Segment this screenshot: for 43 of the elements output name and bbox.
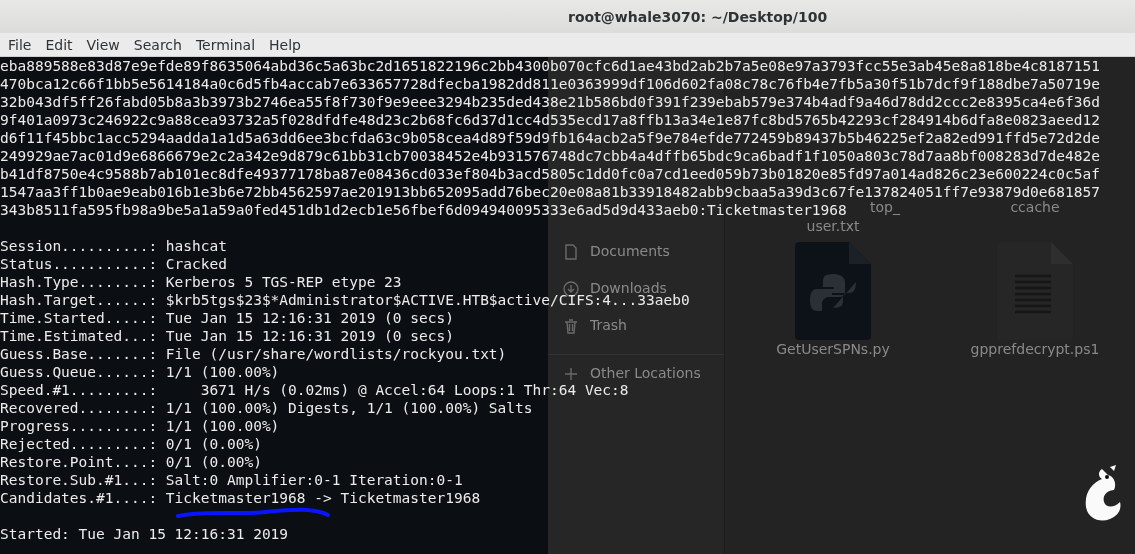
- terminal-line: Started: Tue Jan 15 12:16:31 2019: [0, 525, 289, 543]
- menu-item[interactable]: View: [79, 36, 127, 53]
- terminal-line: Time.Estimated...: Tue Jan 15 12:16:31 2019 (0 secs): [0, 327, 454, 345]
- terminal-line: d6f11f45bbc1acc5294aadda1a1d5a63dd6ee3bcfda63c9b058cea4d89f59d9fb164acb2a5f9e784efde772459b89437b5b46225ef2a82ed991ffd5e72d2de: [0, 129, 1100, 147]
- terminal-line: 1547aa3ff1b0ae9eab016b1e3b6e72bb4562597ae201913bb652095add76bec20e08a81b33918482abb9cbaa5a39d3c67fe137824051ff7e93879d0e681857: [0, 183, 1100, 201]
- terminal-line: 32b043df5ff26fabd05b8a3b3973b2746ea55f8f730f9e9eee3294b235ded438e21b586bd0f391f239ebab579e374b4adf9a46d78dd2ccc2e8395ca4e6f36d: [0, 93, 1100, 111]
- terminal-line: b41df8750e4c9588b7ab101ec8dfe49377178ba87e08436cd033ef804b3acd5805c1dd0fc0a7cd1eed059b73b01820e85fd97a014ad826c23e600224c0c5af: [0, 165, 1100, 183]
- terminal-line: Hash.Target......: $krb5tgs$23$*Administrator$ACTIVE.HTB$active/CIFS:4...33aeb0: [0, 292, 690, 309]
- terminal-line: Restore.Point....: 0/1 (0.00%): [0, 453, 262, 471]
- terminal-line: Progress.........: 1/1 (100.00%): [0, 417, 280, 435]
- terminal-line: Guess.Queue......: 1/1 (100.00%): [0, 363, 280, 381]
- terminal-line: eba889588e83d87e9efde89f8635064abd36c5a63bc2d1651822196c2bb4300b070cfc6d1ae43bd2ab2b7a5e08e97a3793fcc55e3ab45e8a818be4c8187151: [0, 57, 1100, 75]
- file-name[interactable]: GetUserSPNs.py: [776, 340, 890, 359]
- terminal-line: Session..........: hashcat: [0, 237, 227, 255]
- trash-icon: [562, 316, 580, 335]
- terminal-line: 249929ae7ac01d9e6866679e2c2a342e9d879c61bb31cb70038452e4b931576748dc7cbb4a4dffb65bdc9ca6badf1f1050a803c78d7aa8bf008283d7de482e: [0, 147, 1100, 165]
- terminal-line: 343b8511fa595fb98a9be5a1a59a0fed451db1d2ecb1e56fbef6d094940095333e6ad5d9d433aeb0:Ticketmaster1968: [0, 201, 847, 219]
- menu-item[interactable]: Edit: [38, 36, 80, 53]
- terminal-line: Recovered........: 1/1 (100.00%) Digests, 1/1 (100.00%) Salts: [0, 399, 533, 417]
- sidebar-item[interactable]: Other Locations: [590, 364, 701, 383]
- file-name[interactable]: user.txt: [806, 217, 860, 236]
- terminal-line: Hash.Type........: Kerberos 5 TGS-REP etype 23: [0, 273, 402, 291]
- terminal-line: Time.Started.....: Tue Jan 15 12:16:31 2019 (0 secs): [0, 309, 454, 327]
- menu-item[interactable]: File: [1, 36, 39, 53]
- file-name: top_: [870, 198, 900, 217]
- menu-item[interactable]: Terminal: [188, 36, 263, 53]
- menu-item[interactable]: Search: [126, 36, 189, 53]
- sidebar-item[interactable]: Trash: [590, 316, 627, 335]
- terminal-line: Rejected.........: 0/1 (0.00%): [0, 435, 262, 453]
- terminal-line: Restore.Sub.#1...: Salt:0 Amplifier:0-1 Iteration:0-1: [0, 471, 463, 489]
- menu-item[interactable]: Help: [262, 36, 308, 53]
- terminal-line: Speed.#1.........: 3671 H/s (0.02ms) @ Accel:64 Loops:1 Thr:64 Vec:8: [0, 381, 629, 399]
- file-name[interactable]: ccache: [1010, 198, 1060, 217]
- sidebar-item[interactable]: Documents: [590, 242, 670, 261]
- terminal-line: 470bca12c66f1bb5e5614184a0c6d5fb4accab7e633657728dfecba1982dd811e0363999df106d602fa08c78c76fb4e7fb5a30f51b7dcf9f188dbe7a50719e: [0, 75, 1100, 93]
- terminal-line: 9f401a0973c246922c9a88cea93732a5f028dfdfe48d23c2b68fc6d37d1cc4d535ecd17a8ffb13a34e1e87fc8bd5765b42293cf284914b6dfa8e0823aeed12: [0, 111, 1100, 129]
- terminal-line: Guess.Base.......: File (/usr/share/wordlists/rockyou.txt): [0, 345, 507, 363]
- terminal-line: Candidates.#1....: Ticketmaster1968 -> Ticketmaster1968: [0, 489, 481, 507]
- window-title: root@whale3070: ~/Desktop/100: [568, 8, 828, 25]
- document-icon: [562, 242, 580, 261]
- python-file-icon: [795, 242, 871, 340]
- terminal-line: Status...........: Cracked: [0, 255, 227, 273]
- file-name[interactable]: gpprefdecrypt.ps1: [970, 340, 1100, 359]
